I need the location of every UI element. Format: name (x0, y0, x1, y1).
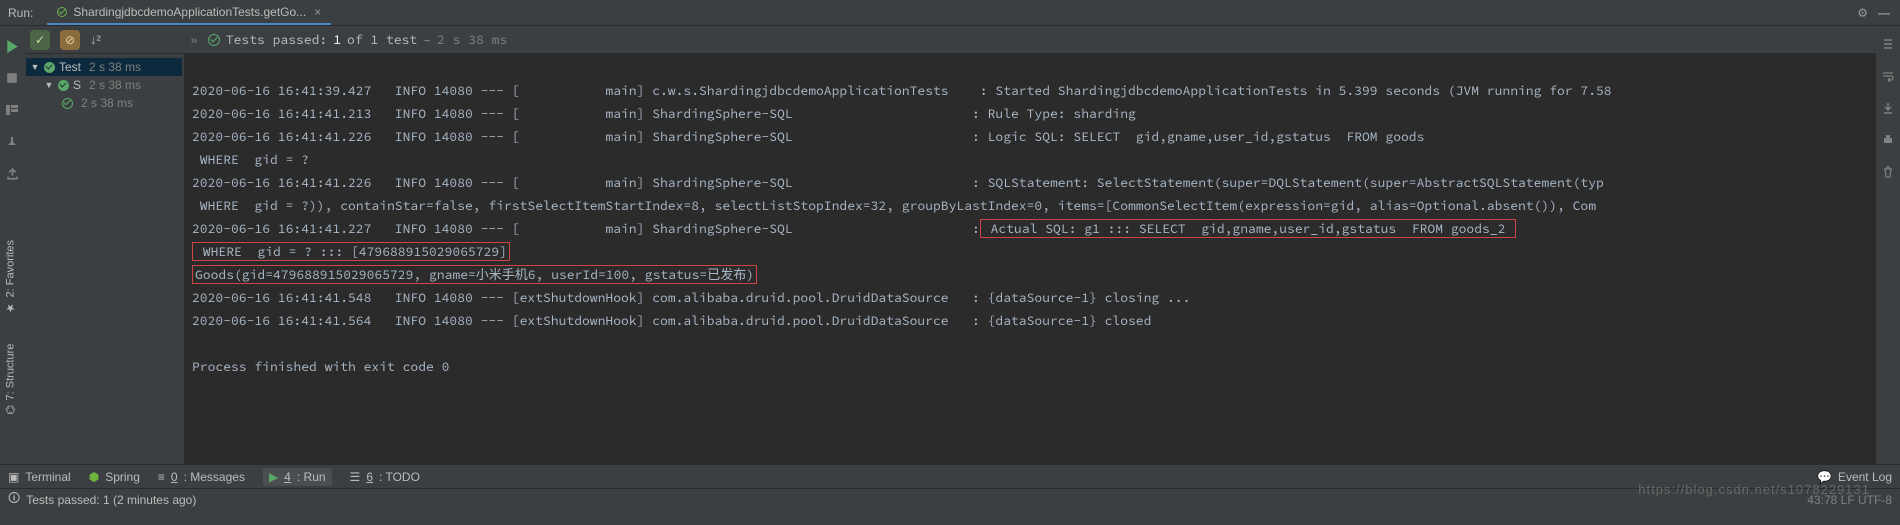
test-tree: ▼ Test 2 s 38 ms ▼ S 2 s 38 ms 2 s 38 ms (24, 54, 184, 116)
favorites-tab[interactable]: ★ 2: Favorites (4, 240, 17, 314)
run-label: : Run (297, 470, 326, 484)
summary-duration: 2 s 38 ms (437, 28, 507, 51)
terminal-tab[interactable]: ▣ Terminal (8, 470, 71, 484)
test-summary-bar: » Tests passed: 1 of 1 test – 2 s 38 ms (184, 26, 1876, 54)
tree-root[interactable]: ▼ Test 2 s 38 ms (26, 58, 182, 76)
show-ignored-toggle[interactable]: ⊘ (60, 30, 80, 50)
tree-root-duration: 2 s 38 ms (89, 60, 141, 74)
console-line: 2020-06-16 16:41:41.548 INFO 14080 --- [… (192, 289, 1190, 306)
spring-tab[interactable]: ⬢ Spring (89, 470, 140, 484)
todo-label: : TODO (379, 470, 420, 484)
console-line: WHERE gid = ?)), containStar=false, firs… (192, 197, 1596, 214)
tree-leaf-duration: 2 s 38 ms (81, 96, 133, 110)
close-icon[interactable]: × (314, 5, 321, 19)
messages-tab[interactable]: ≡ 0 : Messages (158, 470, 245, 484)
star-icon: ★ (4, 301, 17, 314)
pass-icon (44, 62, 55, 73)
pin-icon[interactable] (4, 134, 20, 150)
stop-icon[interactable] (4, 70, 20, 86)
highlight-where: WHERE gid = ? ::: [479688915029065729] (192, 242, 510, 261)
status-message: Tests passed: 1 (2 minutes ago) (26, 493, 196, 507)
status-info-icon: 🛈 (8, 489, 20, 510)
tree-child[interactable]: ▼ S 2 s 38 ms (26, 76, 182, 94)
messages-icon: ≡ (158, 470, 165, 484)
console-line: 2020-06-16 16:41:41.227 INFO 14080 --- [… (192, 220, 980, 237)
spring-label: Spring (105, 470, 140, 484)
console-line: 2020-06-16 16:41:41.564 INFO 14080 --- [… (192, 312, 1151, 329)
terminal-label: Terminal (25, 470, 70, 484)
highlight-actual-sql: Actual SQL: g1 ::: SELECT gid,gname,user… (980, 219, 1516, 238)
watermark: https://blog.csdn.net/s1078229131 (1638, 482, 1870, 497)
todo-accel: 6 (366, 470, 373, 484)
console-output[interactable]: » Tests passed: 1 of 1 test – 2 s 38 ms … (184, 26, 1876, 464)
run-tab[interactable]: ▶ 4 : Run (263, 468, 332, 486)
messages-accel: 0 (171, 470, 178, 484)
run-accel: 4 (284, 470, 291, 484)
layout-icon[interactable] (4, 102, 20, 118)
structure-icon: ⌬ (4, 405, 17, 415)
summary-prefix: Tests passed: (226, 28, 327, 51)
terminal-icon: ▣ (8, 470, 19, 484)
right-gutter (1876, 26, 1900, 464)
spring-icon: ⬢ (89, 470, 99, 484)
summary-count: 1 (333, 28, 341, 51)
trash-icon[interactable] (1880, 164, 1896, 180)
sort-icon[interactable]: ↓² (90, 32, 101, 47)
rerun-icon[interactable] (4, 38, 20, 54)
gear-icon[interactable]: ⚙ (1857, 6, 1868, 20)
tree-child-duration: 2 s 38 ms (89, 78, 141, 92)
tree-leaf[interactable]: 2 s 38 ms (26, 94, 182, 112)
todo-tab[interactable]: ☰ 6 : TODO (350, 470, 420, 484)
bottom-tool-tabs: ▣ Terminal ⬢ Spring ≡ 0 : Messages ▶ 4 : R… (0, 464, 1900, 488)
pass-icon (58, 80, 69, 91)
console-line: Process finished with exit code 0 (192, 358, 449, 375)
structure-tab[interactable]: ⌬ 7: Structure (4, 344, 17, 414)
structure-label: 7: Structure (4, 344, 16, 401)
summary-of: of 1 test (347, 28, 417, 51)
minimize-icon[interactable]: — (1878, 6, 1890, 20)
console-line: 2020-06-16 16:41:41.226 INFO 14080 --- [… (192, 174, 1604, 191)
check-icon (57, 7, 67, 17)
summary-dash: – (423, 28, 431, 51)
print-icon[interactable] (1880, 132, 1896, 148)
todo-icon: ☰ (350, 470, 361, 484)
scroll-to-end-icon[interactable] (1880, 100, 1896, 116)
highlight-goods-row: Goods(gid=479688915029065729, gname=小米手机… (192, 265, 757, 284)
play-icon: ▶ (269, 470, 278, 484)
chevron-down-icon[interactable]: ▼ (44, 80, 54, 90)
run-config-title: ShardingjdbcdemoApplicationTests.getGo..… (73, 5, 306, 19)
run-config-tab[interactable]: ShardingjdbcdemoApplicationTests.getGo..… (47, 0, 331, 25)
tree-root-label: Test (59, 60, 81, 74)
console-line: 2020-06-16 16:41:41.226 INFO 14080 --- [… (192, 128, 1432, 145)
test-toolbar: ✓ ⊘ ↓² (24, 26, 184, 54)
left-side-tabs: ★ 2: Favorites ⌬ 7: Structure (0, 240, 20, 415)
expand-icon[interactable]: » (190, 28, 198, 51)
export-icon[interactable] (4, 166, 20, 182)
messages-label: : Messages (184, 470, 245, 484)
status-bar: 🛈 Tests passed: 1 (2 minutes ago) 43:78 … (0, 488, 1900, 510)
console-line: WHERE gid = ? (192, 151, 309, 168)
console-line: 2020-06-16 16:41:41.213 INFO 14080 --- [… (192, 105, 1136, 122)
pass-icon (208, 34, 220, 46)
soft-wrap-icon[interactable] (1880, 68, 1896, 84)
test-tree-panel: ✓ ⊘ ↓² ▼ Test 2 s 38 ms ▼ S 2 s 38 ms (24, 26, 184, 464)
collapse-icon[interactable] (1880, 36, 1896, 52)
console-line: 2020-06-16 16:41:39.427 INFO 14080 --- [… (192, 82, 1612, 99)
favorites-label: 2: Favorites (4, 240, 16, 297)
run-panel-label: Run: (8, 6, 33, 20)
chevron-down-icon[interactable]: ▼ (30, 62, 40, 72)
tree-child-label: S (73, 78, 81, 92)
pass-ring-icon (62, 98, 73, 109)
show-passed-toggle[interactable]: ✓ (30, 30, 50, 50)
